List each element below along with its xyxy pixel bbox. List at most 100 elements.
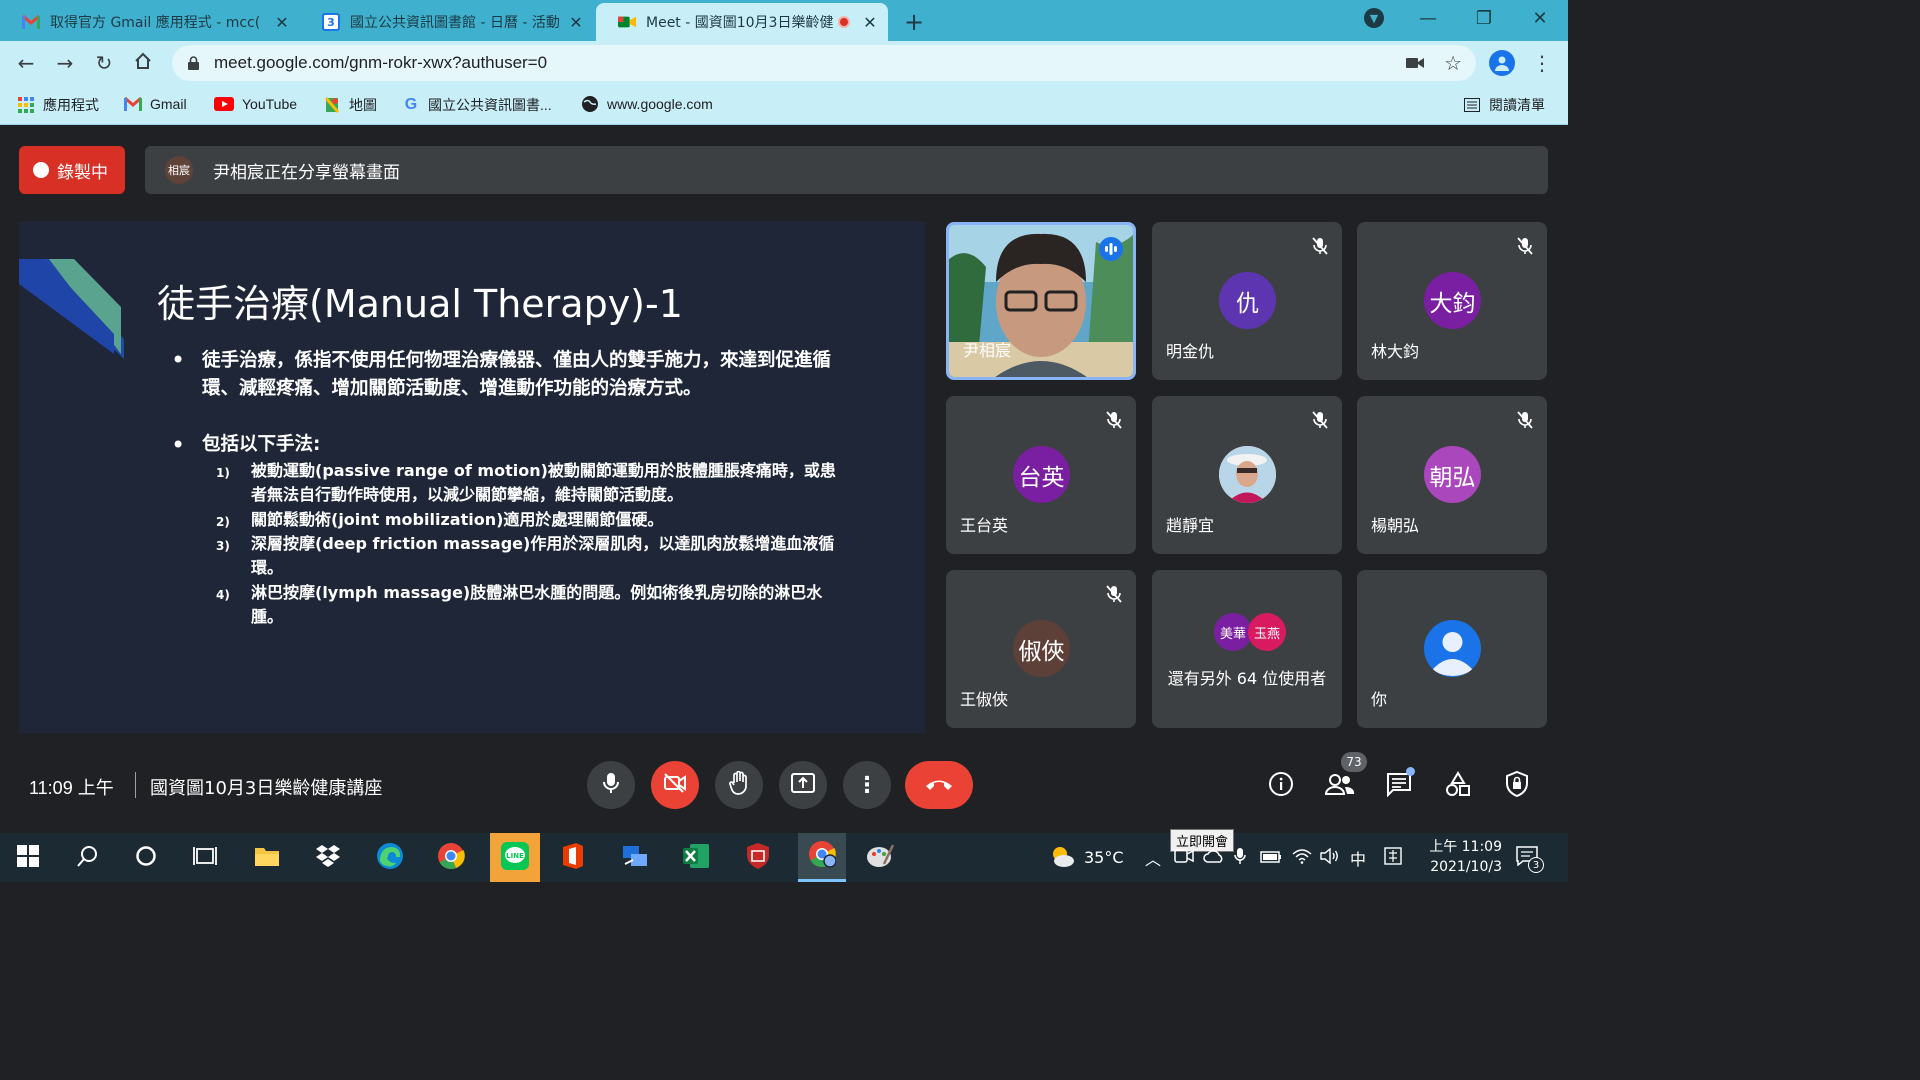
tab-calendar[interactable]: 3 國立公共資訊圖書館 - 日曆 - 活動 ✕ [300,3,594,41]
profile-button[interactable] [1486,47,1518,79]
host-controls-button[interactable] [1497,766,1537,806]
avatar: 美華 [1214,613,1252,651]
back-button[interactable]: ← [10,47,42,79]
participant-tile-3[interactable]: 大鈞 林大鈞 [1357,222,1547,380]
mic-off-icon [1308,408,1332,432]
folder-icon [254,845,280,871]
start-button[interactable] [11,841,45,875]
tab-gmail[interactable]: 取得官方 Gmail 應用程式 - mcc( ✕ [0,3,300,41]
mic-tray-button[interactable] [1234,833,1246,882]
mic-icon [603,772,619,798]
present-button[interactable] [779,761,827,809]
restore-button[interactable]: ❐ [1456,0,1512,36]
participant-tile-6[interactable]: 朝弘 楊朝弘 [1357,396,1547,554]
avatar: 相宸 [165,156,193,184]
participant-name: 尹相宸 [963,341,1012,360]
bookmark-library[interactable]: G 國立公共資訊圖書... [402,95,552,115]
mic-off-icon [1102,582,1126,606]
recording-badge[interactable]: 錄製中 [19,146,125,194]
task-view-button[interactable] [188,841,222,875]
dropbox-button[interactable] [311,841,345,875]
action-center-button[interactable]: 3 [1516,833,1544,882]
more-participants-tile[interactable]: 美華 玉燕 還有另外 64 位使用者 [1152,570,1342,728]
home-button[interactable] [127,47,159,79]
reading-list[interactable]: 閱讀清單 [1463,95,1545,115]
raise-hand-button[interactable] [715,761,763,809]
forward-button[interactable]: → [49,47,81,79]
minimize-button[interactable]: — [1400,0,1456,36]
speaking-indicator-icon [1099,237,1123,261]
ime-mode-button[interactable] [1384,833,1402,882]
wifi-button[interactable] [1292,833,1312,882]
onedrive-button[interactable] [1203,833,1225,882]
activities-button[interactable] [1438,766,1478,806]
show-hidden-icons-button[interactable]: ︿ [1145,833,1161,882]
avatar: 俶俠 [1013,620,1070,677]
network-app-button[interactable] [618,841,652,875]
taskbar-clock[interactable]: 上午 11:09 2021/10/3 [1418,837,1502,877]
camera-off-icon [663,773,687,797]
wifi-icon [1292,848,1312,868]
reload-button[interactable]: ↻ [88,47,120,79]
participant-tile-2[interactable]: 仇 明金仇 [1152,222,1342,380]
line-button[interactable]: LINE [490,833,540,882]
new-tab-button[interactable]: + [896,3,936,41]
participant-tile-4[interactable]: 台英 王台英 [946,396,1136,554]
bookmark-google[interactable]: www.google.com [581,95,713,113]
chrome-button[interactable] [434,841,468,875]
bookmark-star-icon[interactable]: ☆ [1444,51,1462,75]
weather-widget[interactable]: 35°C [1048,833,1124,882]
meeting-details-button[interactable] [1261,766,1301,806]
battery-icon [1260,848,1282,867]
close-icon[interactable]: ✕ [272,13,292,32]
address-bar[interactable]: meet.google.com/gnm-rokr-xwx?authuser=0 … [172,45,1476,81]
search-button[interactable] [71,841,105,875]
volume-button[interactable] [1320,833,1340,882]
arrow-left-icon: ← [17,51,35,75]
self-tile[interactable]: 你 [1357,570,1547,728]
participant-tile-7[interactable]: 俶俠 王俶俠 [946,570,1136,728]
tab-search-button[interactable]: ▼ [1346,0,1402,36]
ime-indicator[interactable]: 中 [1350,833,1366,882]
office-button[interactable] [556,841,590,875]
edge-button[interactable] [373,841,407,875]
excel-button[interactable] [679,841,713,875]
bookmark-label: Gmail [150,96,187,112]
bookmark-label: www.google.com [607,96,713,112]
bookmark-youtube[interactable]: YouTube [214,95,297,113]
participant-tile-1[interactable]: 尹相宸 [946,222,1136,380]
shapes-icon [1445,771,1471,801]
office-icon [561,842,585,874]
close-window-button[interactable]: ✕ [1512,0,1568,36]
people-button[interactable]: 73 [1320,752,1367,806]
hand-icon [729,770,749,799]
chat-button[interactable] [1379,766,1419,806]
bookmarks-bar: 應用程式 Gmail YouTube 地圖 G 國立公共資訊圖書... www.… [0,85,1568,125]
plus-icon: + [904,8,925,36]
shared-screen: 徒手治療(Manual Therapy)-1 • 徒手治療，係指不使用任何物理治… [19,221,925,733]
cortana-button[interactable] [129,841,163,875]
bookmark-maps[interactable]: 地圖 [323,95,377,115]
tab-meet[interactable]: Meet - 國資圖10月3日樂齡健 ✕ [596,3,888,41]
leave-call-button[interactable] [905,761,973,809]
bookmark-label: 國立公共資訊圖書... [428,97,552,113]
security-app-button[interactable] [741,841,775,875]
participant-tile-5[interactable]: 趙靜宜 [1152,396,1342,554]
battery-button[interactable] [1260,833,1282,882]
close-icon[interactable]: ✕ [566,13,586,32]
slide-title: 徒手治療(Manual Therapy)-1 [157,282,683,326]
mic-button[interactable] [587,761,635,809]
close-icon[interactable]: ✕ [860,13,880,32]
paint-button[interactable] [863,841,897,875]
file-explorer-button[interactable] [250,841,284,875]
camera-icon[interactable] [1406,55,1424,74]
meet-now-button[interactable] [1174,833,1194,882]
info-icon [1268,771,1294,801]
more-options-button[interactable]: ⋮ [843,761,891,809]
camera-toggle-button[interactable] [651,761,699,809]
bookmark-apps[interactable]: 應用程式 [17,95,99,115]
menu-button[interactable]: ⋮ [1526,47,1558,79]
chrome-active-button[interactable] [798,833,846,882]
temperature: 35°C [1084,848,1124,867]
bookmark-gmail[interactable]: Gmail [124,95,187,113]
